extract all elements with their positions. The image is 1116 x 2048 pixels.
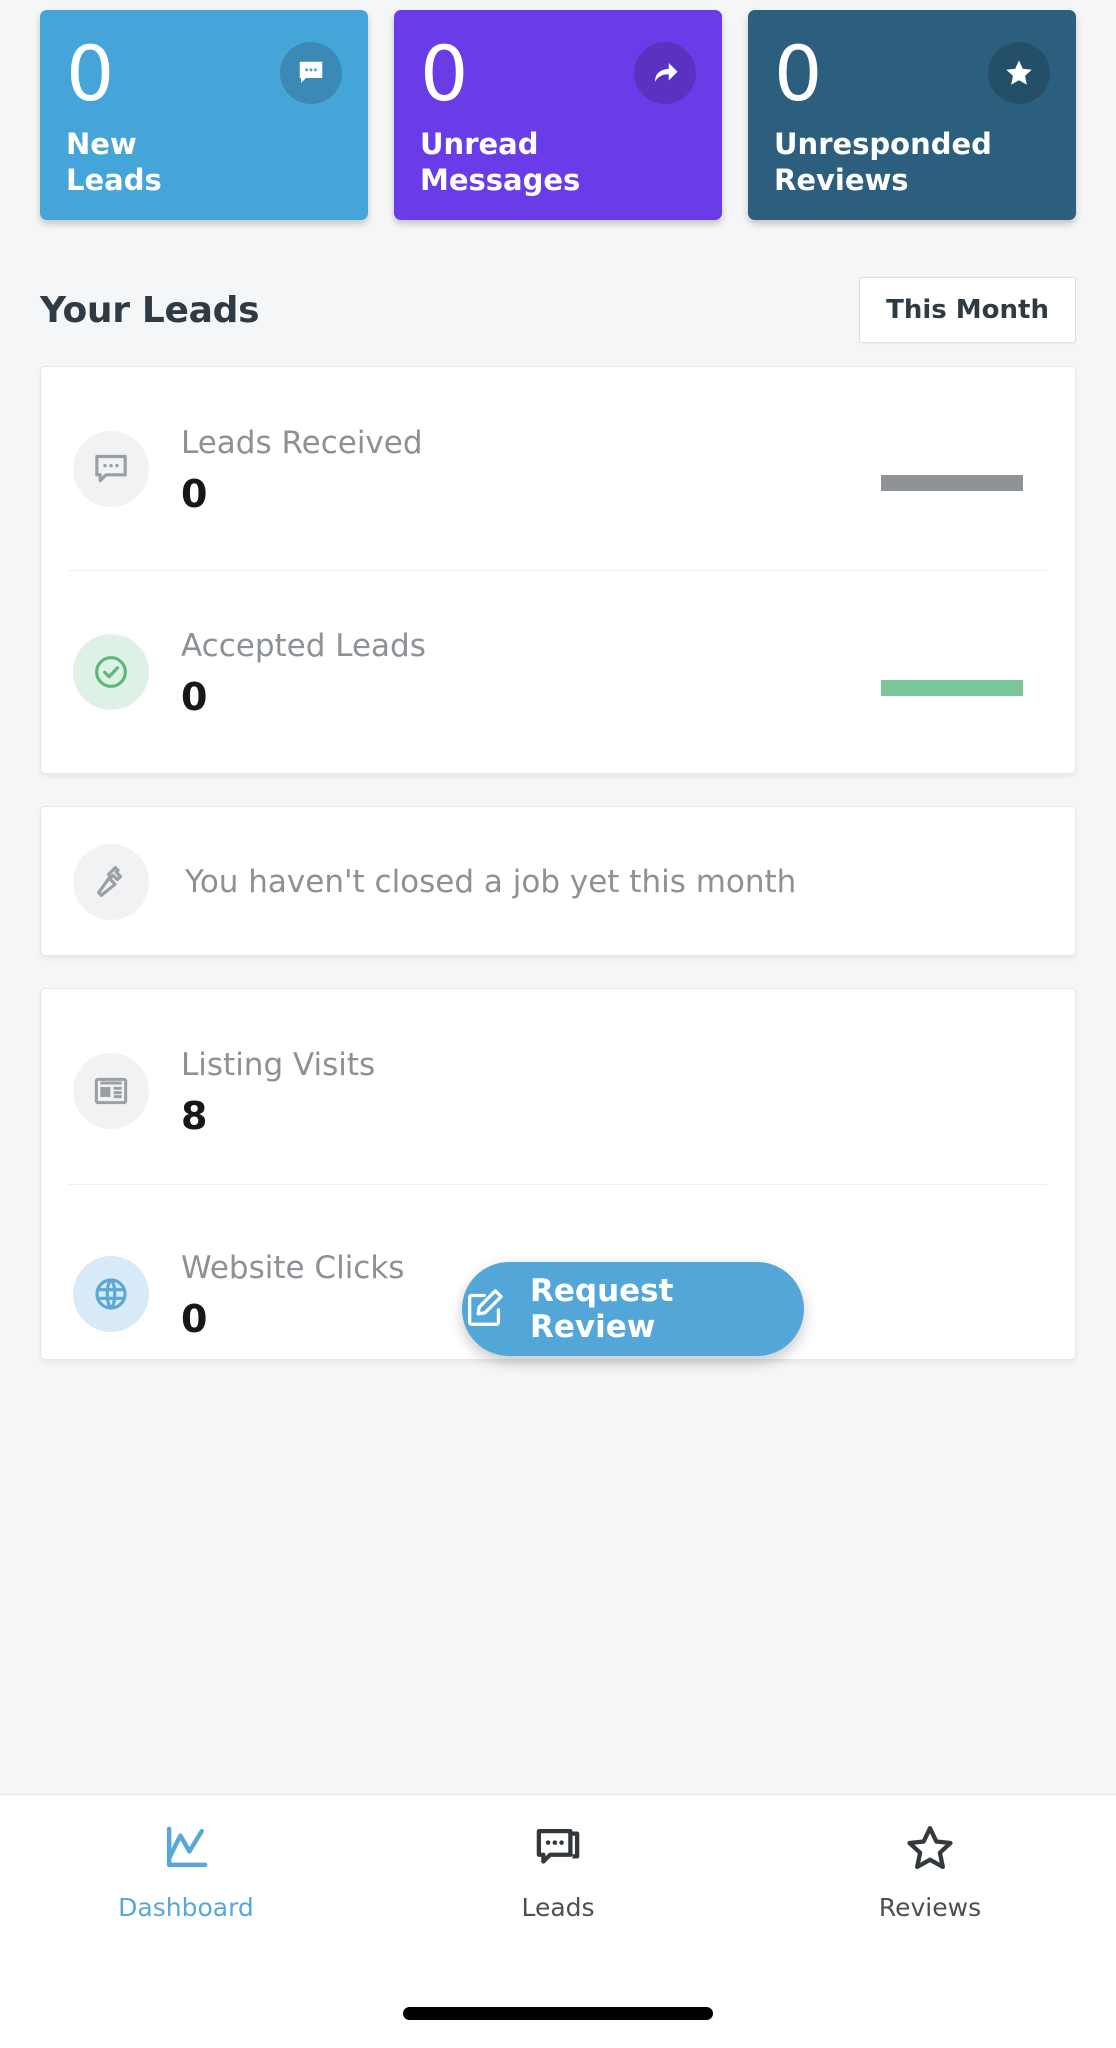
nav-label: Dashboard — [118, 1893, 254, 1922]
stat-card-unread-messages[interactable]: 0 Unread Messages — [394, 10, 722, 220]
sparkline-accepted-leads — [881, 668, 1023, 708]
dashboard-screen: 0 New Leads 0 Unread Messages 0 Unrespon… — [0, 0, 1116, 2048]
job-empty-state-message: You haven't closed a job yet this month — [185, 864, 797, 900]
stat-card-label-line1: Unresponded — [774, 127, 992, 162]
check-circle-icon — [73, 633, 149, 710]
metric-value: 0 — [181, 471, 208, 516]
stat-card-row: 0 New Leads 0 Unread Messages 0 Unrespon… — [40, 10, 1076, 220]
home-indicator — [403, 2007, 713, 2020]
request-review-label: Request Review — [530, 1273, 674, 1345]
stat-card-label: Unread Messages — [420, 127, 580, 198]
metric-text: Leads Received 0 — [181, 424, 423, 513]
divider — [69, 1184, 1047, 1185]
metric-row-leads-received[interactable]: Leads Received 0 — [41, 367, 1075, 570]
nav-item-reviews[interactable]: Reviews — [744, 1821, 1116, 1922]
nav-item-dashboard[interactable]: Dashboard — [0, 1821, 372, 1922]
closed-job-panel: You haven't closed a job yet this month — [40, 806, 1076, 956]
chat-bubble-icon — [280, 42, 342, 104]
stat-card-label-line2: Leads — [66, 162, 162, 197]
leads-panel: Leads Received 0 Accepted Leads 0 — [40, 366, 1076, 774]
metric-text: Listing Visits 8 — [181, 1046, 375, 1135]
page-title: Your Leads — [40, 289, 260, 331]
edit-pencil-icon — [462, 1284, 508, 1334]
line-chart-icon — [159, 1821, 213, 1879]
sparkline-leads-received — [881, 463, 1023, 503]
share-arrow-icon — [634, 42, 696, 104]
metric-row-listing-visits[interactable]: Listing Visits 8 — [41, 989, 1075, 1192]
stat-card-label-line2: Reviews — [774, 162, 909, 197]
nav-item-leads[interactable]: Leads — [372, 1821, 744, 1922]
star-outline-icon — [903, 1821, 957, 1879]
stat-card-label-line1: Unread — [420, 127, 539, 162]
newspaper-icon — [73, 1052, 149, 1129]
section-header: Your Leads This Month — [40, 272, 1076, 348]
metric-label: Website Clicks — [181, 1250, 405, 1287]
stat-card-label: Unresponded Reviews — [774, 127, 992, 198]
stat-card-label-line2: Messages — [420, 162, 581, 197]
chat-bubble-icon — [73, 430, 149, 507]
job-empty-state-row: You haven't closed a job yet this month — [41, 807, 1075, 957]
metric-label: Accepted Leads — [181, 628, 426, 665]
metric-row-accepted-leads[interactable]: Accepted Leads 0 — [41, 570, 1075, 773]
request-review-button[interactable]: Request Review — [462, 1262, 804, 1356]
stat-card-unresponded-reviews[interactable]: 0 Unresponded Reviews — [748, 10, 1076, 220]
metric-label: Listing Visits — [181, 1047, 376, 1084]
metric-value: 8 — [181, 1093, 208, 1138]
stat-card-label: New Leads — [66, 127, 162, 198]
star-icon — [988, 42, 1050, 104]
metric-value: 0 — [181, 674, 208, 719]
metric-text: Accepted Leads 0 — [181, 627, 426, 716]
stat-card-label-line1: New — [66, 127, 137, 162]
globe-icon — [73, 1255, 149, 1332]
hammer-icon — [73, 844, 149, 920]
bottom-navigation: Dashboard Leads Reviews — [0, 1794, 1116, 2048]
nav-label: Reviews — [878, 1893, 982, 1922]
metric-label: Leads Received — [181, 425, 423, 462]
chat-bubble-icon — [531, 1821, 585, 1879]
nav-label: Leads — [521, 1893, 595, 1922]
metric-text: Website Clicks 0 — [181, 1249, 404, 1338]
metric-value: 0 — [181, 1296, 208, 1341]
stat-card-new-leads[interactable]: 0 New Leads — [40, 10, 368, 220]
period-filter-button[interactable]: This Month — [859, 277, 1076, 343]
